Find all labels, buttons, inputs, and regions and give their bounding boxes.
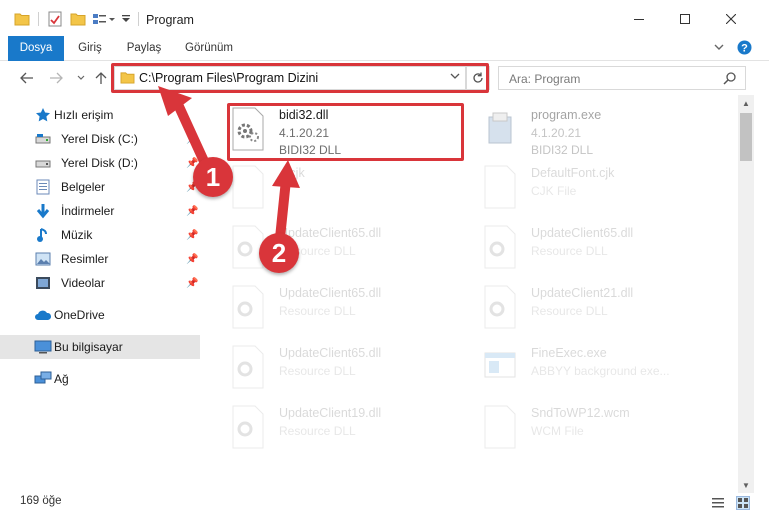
dll-gear-icon <box>484 225 516 269</box>
file-item-fineexec[interactable]: FineExec.exe ABBYY background exe... <box>475 341 715 397</box>
blank-file-icon <box>484 165 516 209</box>
callout-badge-2: 2 <box>259 233 299 273</box>
cloud-icon <box>34 306 52 324</box>
recent-locations-icon[interactable] <box>72 69 90 87</box>
vertical-scrollbar[interactable]: ▲ ▼ <box>738 95 754 493</box>
tiles-view-icon[interactable] <box>736 496 750 510</box>
properties-icon[interactable] <box>48 10 62 28</box>
drive-icon <box>34 154 52 172</box>
file-item-updateclient65[interactable]: UpdateClient65.dll Resource DLL <box>475 221 715 277</box>
customize-toolbar-icon[interactable] <box>121 10 131 28</box>
dll-gear-icon <box>232 345 264 389</box>
item-count: 169 öğe <box>20 495 62 507</box>
dll-gear-icon <box>232 285 264 329</box>
ribbon-tabs: Dosya Giriş Paylaş Görünüm ? <box>0 36 769 61</box>
new-folder-icon[interactable] <box>70 10 86 28</box>
maximize-button[interactable] <box>662 6 708 32</box>
tab-home[interactable]: Giriş <box>68 36 112 61</box>
expand-ribbon-icon[interactable] <box>713 41 725 56</box>
video-icon <box>34 274 52 292</box>
dll-gear-icon <box>484 285 516 329</box>
pin-icon[interactable]: 📌 <box>186 206 198 217</box>
download-icon <box>34 202 52 220</box>
back-arrow-icon[interactable] <box>18 69 36 87</box>
sidebar-item-network[interactable]: Ağ <box>0 367 200 391</box>
app-window-icon <box>484 352 516 378</box>
status-bar: 169 öğe <box>0 493 769 531</box>
up-arrow-icon[interactable] <box>92 69 110 87</box>
file-item-updateclient65[interactable]: UpdateClient65.dll Resource DLL <box>223 341 463 397</box>
pin-icon[interactable]: 📌 <box>186 134 198 145</box>
file-item-cjk[interactable]: ...cjk <box>223 161 463 217</box>
pin-icon[interactable]: 📌 <box>186 278 198 289</box>
document-icon <box>34 178 52 196</box>
pin-icon[interactable]: 📌 <box>186 254 198 265</box>
installer-icon <box>488 112 512 144</box>
file-item-sndtowp12[interactable]: SndToWP12.wcm WCM File <box>475 401 715 457</box>
navigation-pane: Hızlı erişim Yerel Disk (C:) 📌 Yerel Dis… <box>0 95 205 485</box>
drive-icon <box>34 130 52 148</box>
tab-file[interactable]: Dosya <box>8 36 64 61</box>
file-item-program-exe[interactable]: program.exe 4.1.20.21 BIDI32 DLL <box>475 103 715 159</box>
svg-text:?: ? <box>741 43 748 55</box>
sidebar-item-local-disk-d[interactable]: Yerel Disk (D:) 📌 <box>0 151 200 175</box>
search-input[interactable]: Ara: Program <box>498 66 746 90</box>
file-item-updateclient21[interactable]: UpdateClient21.dll Resource DLL <box>475 281 715 337</box>
file-item-updateclient65[interactable]: UpdateClient65.dll Resource DLL <box>223 281 463 337</box>
scroll-up-icon[interactable]: ▲ <box>738 95 754 111</box>
scroll-down-icon[interactable]: ▼ <box>738 477 754 493</box>
pin-icon[interactable]: 📌 <box>186 230 198 241</box>
sidebar-item-quick-access[interactable]: Hızlı erişim <box>0 103 200 127</box>
network-icon <box>34 370 52 388</box>
close-button[interactable] <box>708 6 754 32</box>
sidebar-item-pictures[interactable]: Resimler 📌 <box>0 247 200 271</box>
callout-badge-1: 1 <box>193 157 233 197</box>
search-icon[interactable] <box>723 71 737 88</box>
details-view-icon[interactable] <box>711 496 725 510</box>
forward-arrow-icon[interactable] <box>47 69 65 87</box>
window-title: Program <box>146 13 194 27</box>
search-placeholder: Ara: Program <box>509 72 581 86</box>
folder-icon[interactable] <box>14 10 30 28</box>
blank-file-icon <box>484 405 516 449</box>
dll-gear-icon <box>232 405 264 449</box>
computer-icon <box>34 338 52 356</box>
address-highlight-box <box>111 63 489 93</box>
tab-view[interactable]: Görünüm <box>178 36 240 61</box>
tab-share[interactable]: Paylaş <box>118 36 170 61</box>
sidebar-item-music[interactable]: Müzik 📌 <box>0 223 200 247</box>
help-icon[interactable]: ? <box>737 40 752 58</box>
sidebar-item-videos[interactable]: Videolar 📌 <box>0 271 200 295</box>
blank-file-icon <box>232 165 264 209</box>
pictures-icon <box>34 250 52 268</box>
scroll-thumb[interactable] <box>740 113 752 161</box>
sidebar-item-documents[interactable]: Belgeler 📌 <box>0 175 200 199</box>
minimize-button[interactable] <box>616 6 662 32</box>
view-options-icon[interactable] <box>92 10 116 28</box>
sidebar-item-local-disk-c[interactable]: Yerel Disk (C:) 📌 <box>0 127 200 151</box>
file-item-defaultfont[interactable]: DefaultFont.cjk CJK File <box>475 161 715 217</box>
sidebar-item-onedrive[interactable]: OneDrive <box>0 303 200 327</box>
music-icon <box>34 226 52 244</box>
file-item-updateclient19[interactable]: UpdateClient19.dll Resource DLL <box>223 401 463 457</box>
sidebar-item-downloads[interactable]: İndirmeler 📌 <box>0 199 200 223</box>
star-icon <box>34 106 52 124</box>
sidebar-item-this-pc[interactable]: Bu bilgisayar <box>0 335 200 359</box>
title-bar: Program <box>0 0 769 36</box>
file-highlight-box <box>227 103 464 161</box>
